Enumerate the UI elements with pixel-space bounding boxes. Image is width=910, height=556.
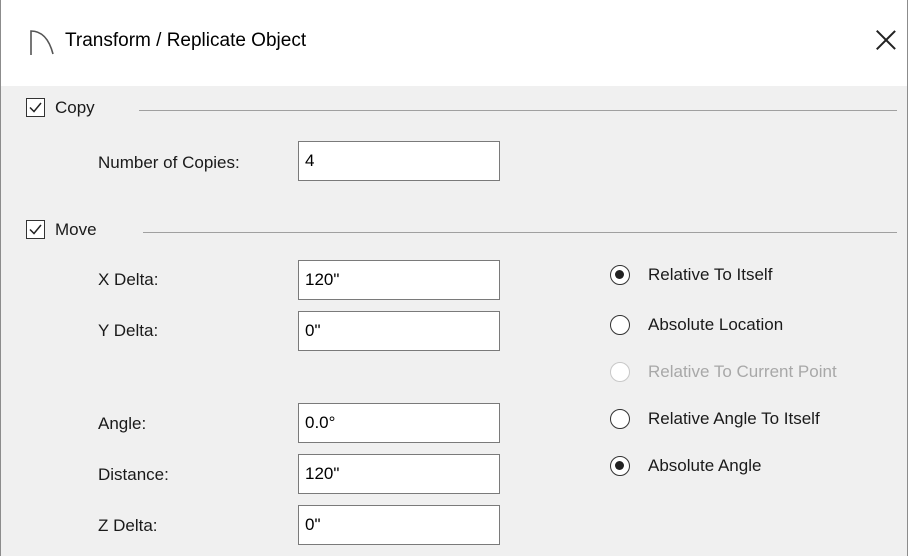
move-divider [143, 232, 897, 233]
x-delta-label: X Delta: [98, 270, 159, 289]
move-checkbox[interactable] [26, 220, 45, 239]
distance-label: Distance: [98, 465, 169, 484]
relative-to-itself-radio[interactable] [610, 265, 630, 285]
transform-replicate-dialog: Transform / Replicate Object Copy Number… [0, 0, 908, 556]
number-of-copies-field[interactable]: 4 [298, 141, 500, 181]
move-label: Move [55, 220, 97, 239]
x-delta-field[interactable]: 120" [298, 260, 500, 300]
relative-angle-to-itself-radio[interactable] [610, 409, 630, 429]
angle-label: Angle: [98, 414, 147, 433]
arc-icon [29, 28, 55, 61]
z-delta-label: Z Delta: [98, 516, 158, 535]
distance-field[interactable]: 120" [298, 454, 500, 494]
title-bar: Transform / Replicate Object [1, 0, 907, 86]
z-delta-field[interactable]: 0" [298, 505, 500, 545]
absolute-angle-radio[interactable] [610, 456, 630, 476]
close-icon[interactable] [871, 26, 901, 56]
relative-angle-to-itself-label[interactable]: Relative Angle To Itself [648, 409, 820, 429]
absolute-location-label[interactable]: Absolute Location [648, 315, 783, 335]
y-delta-label: Y Delta: [98, 321, 159, 340]
absolute-angle-label[interactable]: Absolute Angle [648, 456, 761, 476]
relative-to-current-point-radio [610, 362, 630, 382]
window-title: Transform / Replicate Object [65, 30, 307, 51]
copy-divider [139, 110, 897, 111]
relative-to-itself-label[interactable]: Relative To Itself [648, 265, 772, 285]
copy-checkbox[interactable] [26, 98, 45, 117]
copy-label: Copy [55, 98, 95, 117]
y-delta-field[interactable]: 0" [298, 311, 500, 351]
angle-field[interactable]: 0.0° [298, 403, 500, 443]
absolute-location-radio[interactable] [610, 315, 630, 335]
number-of-copies-label: Number of Copies: [98, 153, 240, 172]
relative-to-current-point-label: Relative To Current Point [648, 362, 837, 381]
